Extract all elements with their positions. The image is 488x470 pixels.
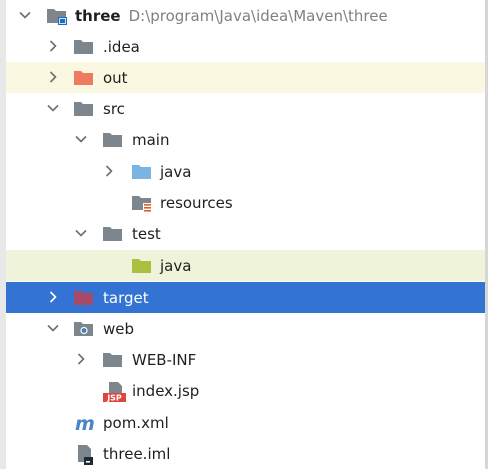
jsp-badge: JSP	[106, 394, 122, 403]
excluded-folder-icon	[73, 68, 93, 86]
folder-icon	[102, 224, 122, 242]
tree-row-main[interactable]: main	[6, 124, 485, 155]
tree-row-three[interactable]: three D:\program\Java\idea\Maven\three	[6, 0, 485, 31]
tree-row-web-inf[interactable]: WEB-INF	[6, 344, 485, 375]
tree-row-label: java	[160, 257, 192, 275]
tree-row-label: java	[160, 163, 192, 181]
chevron-right-icon[interactable]	[46, 70, 60, 84]
tree-row-label: pom.xml	[103, 414, 169, 432]
tree-row-label: target	[103, 289, 149, 307]
jsp-file-icon: JSP	[102, 381, 128, 403]
resources-root-icon	[131, 193, 152, 213]
tree-row-src[interactable]: src	[6, 93, 485, 124]
tree-row-label: three D:\program\Java\idea\Maven\three	[75, 6, 388, 26]
tree-row-label: web	[103, 320, 135, 338]
tree-row-idea[interactable]: .idea	[6, 31, 485, 62]
module-folder-icon	[46, 6, 67, 25]
tree-row-resources[interactable]: resources	[6, 187, 485, 218]
chevron-down-icon[interactable]	[46, 101, 60, 115]
chevron-right-icon[interactable]	[46, 290, 60, 304]
chevron-right-icon[interactable]	[46, 39, 60, 53]
tree-row-test-java[interactable]: java	[6, 250, 485, 281]
target-folder-icon	[73, 288, 93, 306]
tree-row-label: index.jsp	[132, 382, 200, 400]
chevron-right-icon[interactable]	[74, 352, 88, 366]
tree-row-label: out	[103, 69, 128, 87]
tree-row-web[interactable]: web	[6, 313, 485, 344]
tree-row-label: test	[132, 225, 161, 243]
tree-row-index-jsp[interactable]: JSP index.jsp	[6, 375, 485, 406]
tree-row-label: main	[132, 131, 170, 149]
tree-row-label: src	[103, 100, 125, 118]
tree-row-label: three.iml	[103, 445, 171, 463]
maven-file-icon: m	[74, 413, 95, 435]
maven-badge: m	[75, 413, 95, 433]
tree-row-label: resources	[160, 194, 233, 212]
folder-icon	[102, 350, 122, 368]
chevron-right-icon[interactable]	[102, 164, 116, 178]
tree-row-pom[interactable]: m pom.xml	[6, 407, 485, 438]
project-tree: three D:\program\Java\idea\Maven\three .i…	[0, 0, 488, 469]
folder-icon	[73, 37, 93, 55]
tree-row-test[interactable]: test	[6, 218, 485, 249]
test-root-icon	[131, 256, 151, 274]
folder-icon	[102, 130, 122, 148]
chevron-down-icon[interactable]	[18, 8, 32, 22]
web-folder-icon	[73, 319, 93, 337]
tree-row-main-java[interactable]: java	[6, 156, 485, 187]
source-root-icon	[131, 162, 151, 180]
tree-row-label: .idea	[103, 38, 140, 56]
chevron-down-icon[interactable]	[74, 132, 88, 146]
tree-row-iml[interactable]: three.iml	[6, 438, 485, 469]
module-name: three	[75, 7, 121, 25]
folder-icon	[73, 99, 93, 117]
tree-row-out[interactable]: out	[6, 62, 485, 93]
tree-row-label: WEB-INF	[132, 351, 197, 369]
chevron-down-icon[interactable]	[74, 226, 88, 240]
module-path: D:\program\Java\idea\Maven\three	[128, 7, 388, 25]
iml-file-icon	[75, 444, 95, 465]
chevron-down-icon[interactable]	[46, 321, 60, 335]
tree-row-target[interactable]: target	[6, 282, 485, 313]
